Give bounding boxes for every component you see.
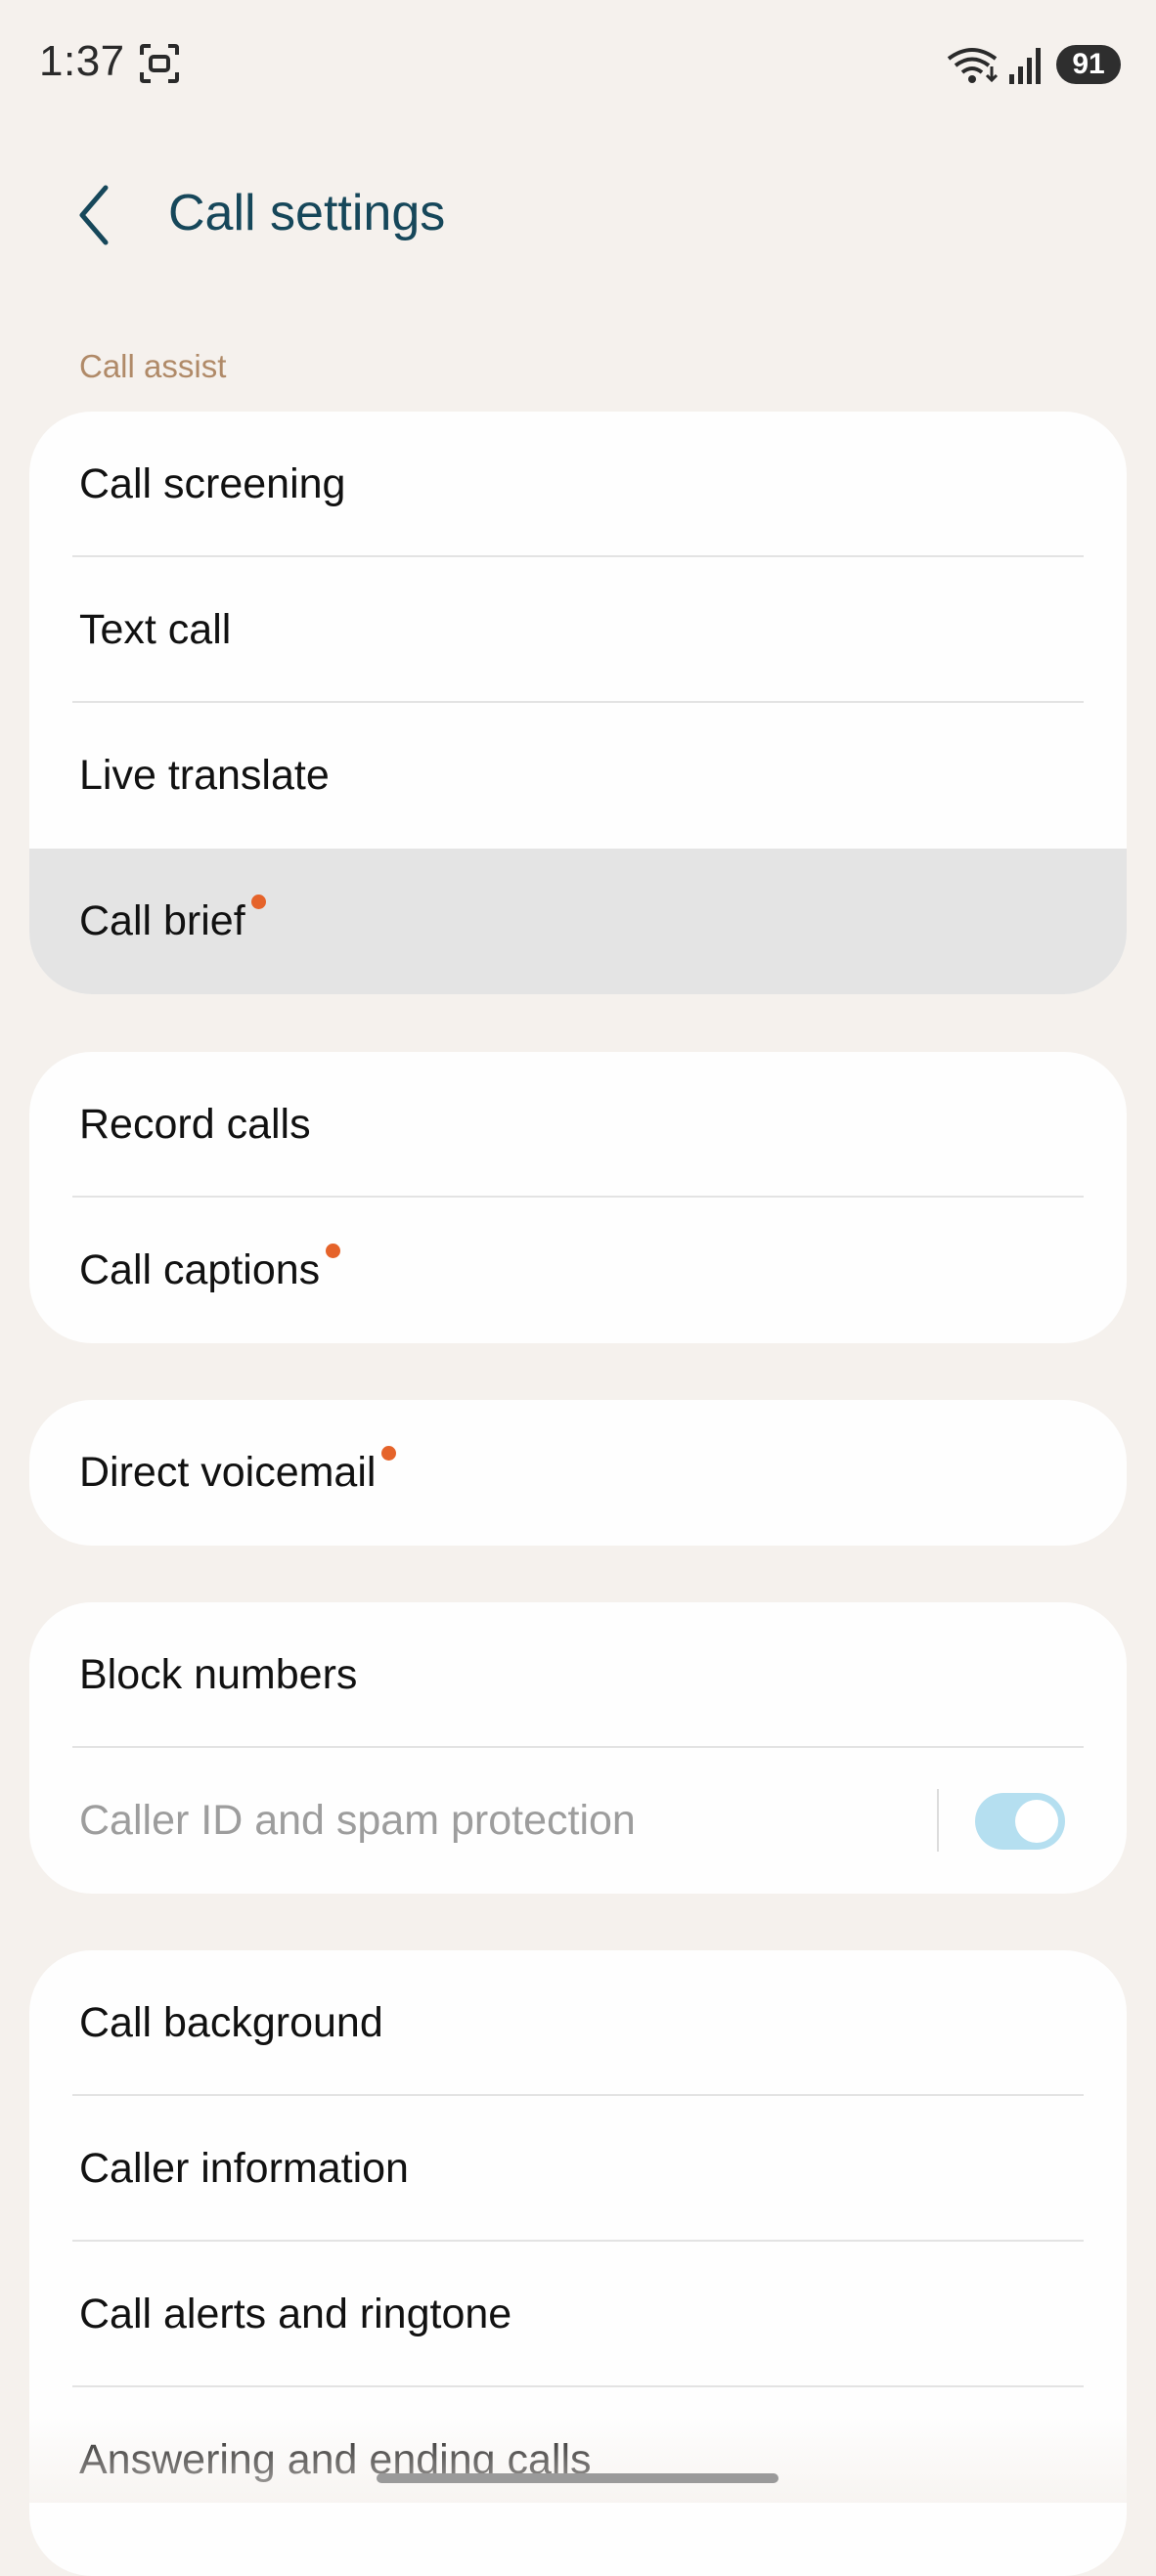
menu-item-label: Direct voicemail xyxy=(79,1446,397,1497)
new-badge-dot xyxy=(381,1446,397,1461)
vertical-divider xyxy=(937,1789,939,1852)
home-indicator[interactable] xyxy=(377,2473,778,2483)
toggle-knob xyxy=(1015,1800,1058,1843)
menu-item-call-captions[interactable]: Call captions xyxy=(29,1198,1127,1343)
menu-item-call-alerts-ringtone[interactable]: Call alerts and ringtone xyxy=(29,2242,1127,2387)
blocking-card: Block numbers Caller ID and spam protect… xyxy=(29,1602,1127,1894)
new-badge-dot xyxy=(250,895,266,909)
menu-item-call-background[interactable]: Call background xyxy=(29,1950,1127,2096)
battery-indicator: 91 xyxy=(1056,45,1121,84)
menu-item-text: Call captions xyxy=(79,1246,321,1293)
menu-item-block-numbers[interactable]: Block numbers xyxy=(29,1602,1127,1748)
menu-item-label: Record calls xyxy=(79,1101,311,1148)
back-button[interactable] xyxy=(68,176,127,254)
wifi-icon xyxy=(947,47,1001,86)
menu-item-call-brief[interactable]: Call brief xyxy=(29,849,1127,994)
menu-item-call-screening[interactable]: Call screening xyxy=(29,412,1127,557)
menu-item-live-translate[interactable]: Live translate xyxy=(29,703,1127,849)
signal-icon xyxy=(1007,45,1046,86)
voicemail-card: Direct voicemail xyxy=(29,1400,1127,1546)
menu-item-text: Call brief xyxy=(79,897,245,944)
menu-item-label: Call screening xyxy=(79,460,346,507)
menu-item-text-call[interactable]: Text call xyxy=(29,557,1127,703)
screenshot-icon xyxy=(139,43,180,84)
menu-item-caller-id-spam[interactable]: Caller ID and spam protection xyxy=(29,1748,1127,1894)
status-time: 1:37 xyxy=(39,37,125,85)
menu-item-answering-ending-calls[interactable]: Answering and ending calls xyxy=(29,2387,1127,2533)
menu-item-caller-information[interactable]: Caller information xyxy=(29,2096,1127,2242)
page-title: Call settings xyxy=(168,185,446,241)
menu-item-label: Text call xyxy=(79,606,232,653)
menu-item-label: Block numbers xyxy=(79,1651,358,1698)
section-label-call-assist: Call assist xyxy=(79,348,227,384)
menu-item-label: Live translate xyxy=(79,752,330,799)
menu-item-label: Caller information xyxy=(79,2145,409,2192)
menu-item-label: Call background xyxy=(79,1999,383,2046)
menu-item-record-calls[interactable]: Record calls xyxy=(29,1052,1127,1198)
menu-item-label: Call alerts and ringtone xyxy=(79,2291,512,2337)
menu-item-label: Call captions xyxy=(79,1244,341,1294)
new-badge-dot xyxy=(326,1244,341,1258)
status-bar: 1:37 91 xyxy=(0,0,1156,137)
menu-item-label: Caller ID and spam protection xyxy=(79,1797,636,1844)
recording-card: Record calls Call captions xyxy=(29,1052,1127,1343)
caller-id-spam-toggle[interactable] xyxy=(975,1793,1065,1850)
call-assist-card: Call screening Text call Live translate … xyxy=(29,412,1127,994)
menu-item-text: Direct voicemail xyxy=(79,1449,377,1496)
menu-item-label: Call brief xyxy=(79,895,266,945)
menu-item-direct-voicemail[interactable]: Direct voicemail xyxy=(29,1400,1127,1546)
